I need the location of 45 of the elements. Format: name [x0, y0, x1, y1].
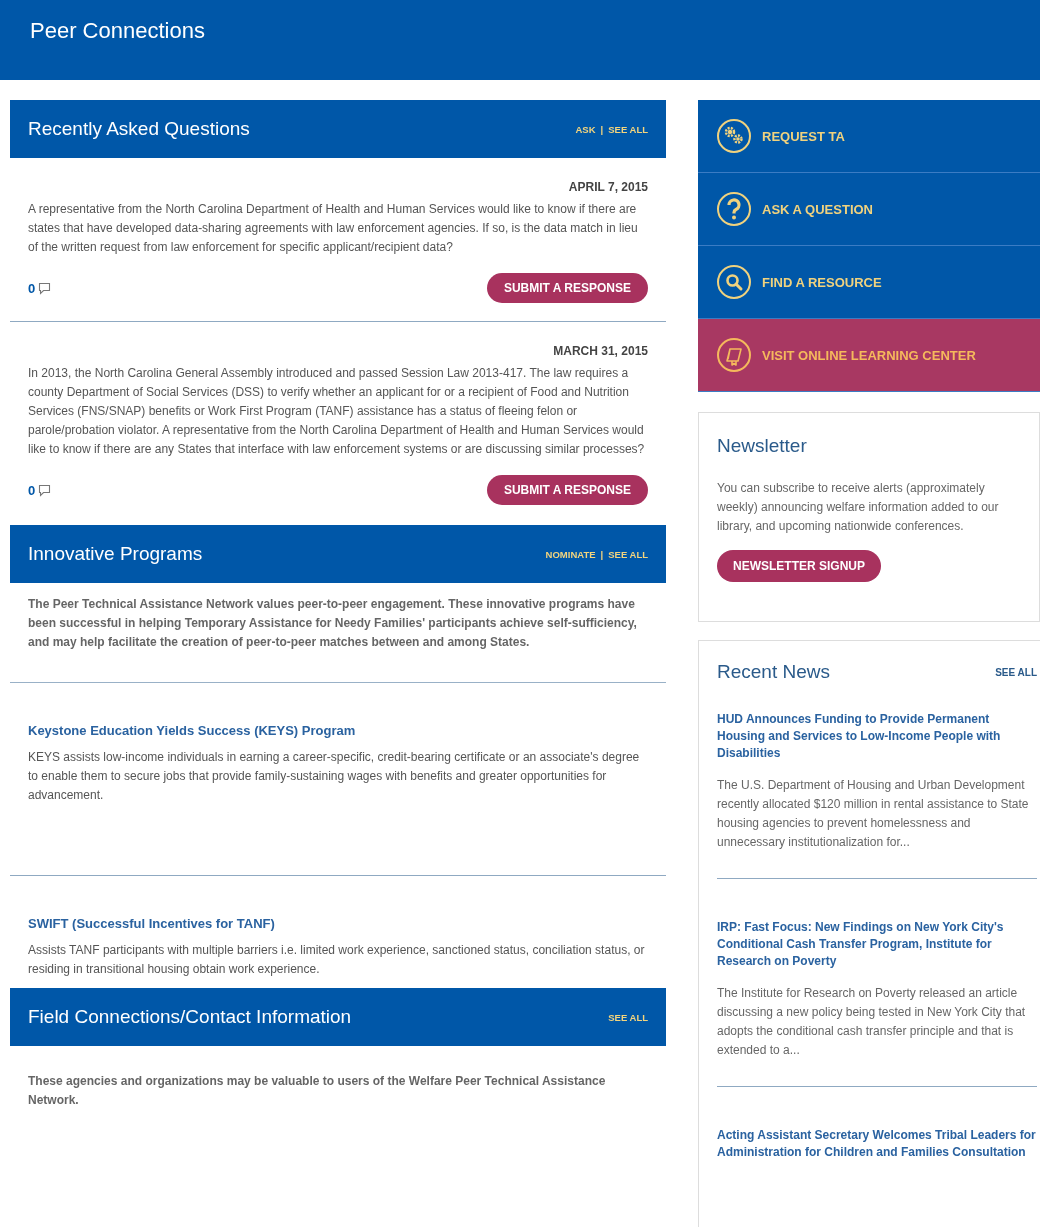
- section-link[interactable]: SEE ALL: [608, 123, 648, 135]
- news-title[interactable]: Acting Assistant Secretary Welcomes Tribal Leaders for Administration for Children and Families Consultation: [717, 1127, 1037, 1161]
- recent-news-title: Recent News: [717, 661, 830, 683]
- section-title: Recently Asked Questions: [28, 118, 250, 140]
- submit-response-button[interactable]: SUBMIT A RESPONSE: [486, 475, 648, 505]
- news-summary: The U.S. Department of Housing and Urban Development recently allocated $120 million in rental assistance to State housing agencies to prevent homelessness and unnecessary institutionalization for...: [717, 777, 1030, 851]
- link-separator: |: [600, 548, 604, 560]
- section-link[interactable]: SEE ALL: [608, 548, 648, 560]
- search-icon: [717, 265, 751, 299]
- program-title[interactable]: SWIFT (Successful Incentives for TANF): [28, 916, 275, 931]
- response-count: 0: [28, 482, 36, 498]
- gears-icon: [717, 119, 751, 153]
- question-text: In 2013, the North Carolina General Assembly introduced and passed Session Law 2013-417. The law requires a county Department of Social Services (DSS) to verify whether an applicant for or a recipient of Food and Nutrition Services (FNS/SNAP) benefits or Work First Program (TANF) assistance has a status of fleeing felon or parole/probation violator. A representative from the North Carolina Department of Health and Human Services would like to know if there are any States that interface with law enforcement systems or are discussing similar processes?: [28, 365, 646, 458]
- newsletter-text: You can subscribe to receive alerts (approximately weekly) announcing welfare information added to our library, and upcoming nationwide conferences.: [717, 480, 1000, 535]
- question-date: APRIL 7, 2015: [567, 180, 648, 194]
- program-description: KEYS assists low-income individuals in earning a career-specific, credit-bearing certificate or an associate's degree to enable them to secure jobs that provide family-sustaining wages with benefits and greater opportunities for advancement.: [28, 749, 641, 804]
- section-link[interactable]: ASK: [575, 123, 596, 135]
- comment-icon: [38, 281, 52, 295]
- news-title[interactable]: HUD Announces Funding to Provide Permanent Housing and Services to Low-Income People with Disabilities: [717, 711, 1037, 762]
- submit-response-button[interactable]: SUBMIT A RESPONSE: [486, 273, 648, 303]
- section-link[interactable]: SEE ALL: [608, 1011, 648, 1023]
- section-link[interactable]: NOMINATE: [545, 548, 596, 560]
- section-title: Field Connections/Contact Information: [28, 1006, 352, 1028]
- question-date: MARCH 31, 2015: [552, 344, 648, 358]
- page-title: Peer Connections: [30, 18, 206, 44]
- section-title: Innovative Programs: [28, 543, 203, 565]
- comment-icon: [38, 483, 52, 497]
- action-link[interactable]: VISIT ONLINE LEARNING CENTER: [698, 319, 1040, 392]
- see-all-link[interactable]: SEE ALL: [995, 666, 1037, 678]
- help-icon: [717, 192, 751, 226]
- action-link[interactable]: REQUEST TA: [698, 100, 1040, 173]
- link-separator: |: [600, 123, 604, 135]
- newsletter-signup-button[interactable]: NEWSLETTER SIGNUP: [717, 550, 881, 582]
- section-intro: The Peer Technical Assistance Network values peer-to-peer engagement. These innovative programs have been successful in helping Temporary Assistance for Needy Families' participants achieve self-sufficiency, and may help facilitate the creation of peer-to-peer matches between and among States.: [10, 583, 666, 683]
- action-link[interactable]: FIND A RESOURCE: [698, 246, 1040, 319]
- newsletter-title: Newsletter: [717, 435, 808, 457]
- action-link[interactable]: ASK A QUESTION: [698, 173, 1040, 246]
- response-count: 0: [28, 280, 36, 296]
- news-title[interactable]: IRP: Fast Focus: New Findings on New York City's Conditional Cash Transfer Program, Institute for Research on Poverty: [717, 919, 1037, 970]
- book-icon: [717, 338, 751, 372]
- news-summary: The Institute for Research on Poverty released an article discussing a new policy being tested in New York City that adopts the conditional cash transfer principle and that is extended to a...: [717, 985, 1027, 1059]
- question-text: A representative from the North Carolina Department of Health and Human Services would like to know if there are states that have developed data-sharing agreements with law enforcement agencies. If so, is the data match in lieu of the written request from law enforcement for specific applicant/recipient data?: [28, 201, 639, 256]
- section-intro: These agencies and organizations may be valuable to users of the Welfare Peer Technical Assistance Network.: [27, 1073, 607, 1109]
- program-description: Assists TANF participants with multiple barriers i.e. limited work experience, sanctioned status, conciliation status, or residing in transitional housing obtain work experience.: [28, 942, 646, 978]
- program-title[interactable]: Keystone Education Yields Success (KEYS) Program: [28, 723, 356, 738]
